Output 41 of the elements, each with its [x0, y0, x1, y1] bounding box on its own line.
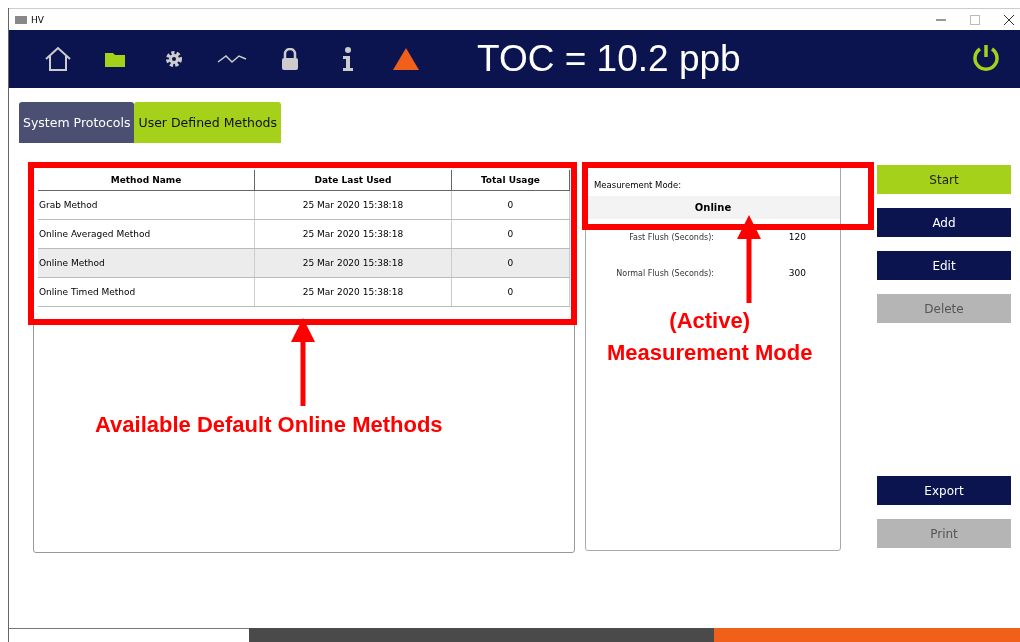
field-label: Fast Flush (Seconds): [628, 232, 714, 242]
table-cell[interactable]: 25 Mar 2020 15:38:18 [254, 219, 452, 248]
field-value: 300 [787, 268, 806, 278]
warning-icon[interactable] [393, 48, 419, 70]
annotation-label: Available Default Online Methods [95, 411, 443, 439]
table-cell[interactable]: 25 Mar 2020 15:38:18 [254, 248, 452, 277]
action-button[interactable]: Add [877, 208, 1011, 237]
power-icon[interactable] [972, 43, 1000, 71]
folder-icon[interactable] [105, 51, 127, 67]
table-cell[interactable]: 25 Mar 2020 15:38:18 [254, 190, 452, 219]
tab[interactable]: User Defined Methods [134, 102, 282, 143]
app-icon [15, 15, 27, 24]
column-header: Total Usage [451, 170, 570, 190]
settings-icon[interactable] [164, 49, 184, 69]
info-icon[interactable] [342, 47, 354, 71]
action-button[interactable]: Edit [877, 251, 1011, 280]
table-cell[interactable]: Online Timed Method [38, 277, 255, 306]
mode-value: Online [586, 196, 840, 219]
table-cell[interactable]: Grab Method [38, 190, 255, 219]
table-cell[interactable]: 0 [451, 190, 570, 219]
close-icon[interactable] [1004, 14, 1014, 25]
action-button[interactable]: Start [877, 165, 1011, 194]
field-label: Normal Flush (Seconds): [615, 268, 714, 278]
table-cell[interactable]: 0 [451, 219, 570, 248]
window-title: HV [31, 14, 44, 25]
home-icon[interactable] [44, 46, 72, 72]
table-cell[interactable]: 0 [451, 277, 570, 306]
table-cell[interactable]: 0 [451, 248, 570, 277]
table-cell[interactable]: Online Method [38, 248, 255, 277]
mode-label: Measurement Mode: [593, 180, 683, 190]
tab[interactable]: System Protocols [19, 102, 135, 143]
field-value: 120 [787, 232, 806, 242]
column-header: Date Last Used [254, 170, 452, 190]
toc-reading: TOC = 10.2 ppb [477, 38, 741, 80]
line-graph-icon[interactable] [216, 52, 248, 66]
lock-icon[interactable] [282, 48, 298, 70]
table-cell[interactable]: Online Averaged Method [38, 219, 255, 248]
column-header: Method Name [38, 170, 255, 190]
action-button[interactable]: Export [877, 476, 1011, 505]
annotation-label: (Active) Measurement Mode [607, 307, 813, 367]
table-cell[interactable]: 25 Mar 2020 15:38:18 [254, 277, 452, 306]
